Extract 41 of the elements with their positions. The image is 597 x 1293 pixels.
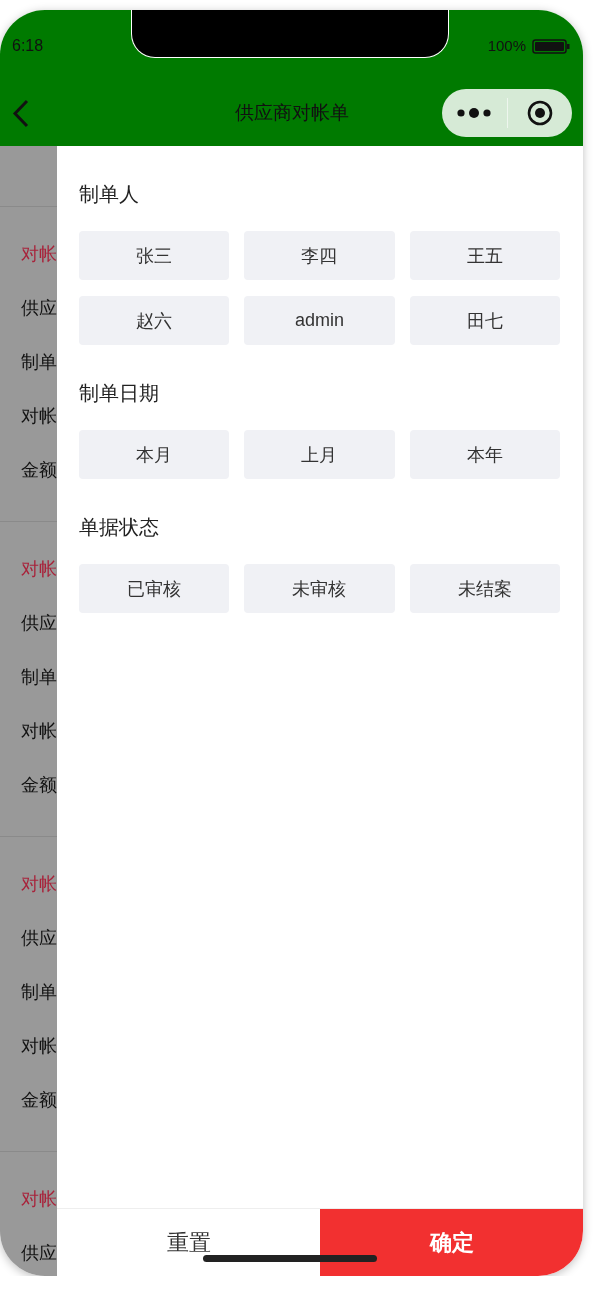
record-title: 对帐 [21,243,57,266]
page-title: 供应商对帐单 [235,101,349,125]
record-field: 供应 [21,296,57,320]
filter-option[interactable]: 本月 [79,430,230,479]
record-field: 供应 [21,926,57,950]
back-icon[interactable] [12,98,29,128]
filter-option[interactable]: 王五 [409,231,560,280]
record-field: 对帐 [21,1034,57,1058]
confirm-button[interactable]: 确定 [320,1209,583,1276]
record-field: 供应 [21,611,57,635]
record-field: 对帐 [21,719,57,743]
close-target-icon[interactable] [526,100,553,126]
record-title: 对帐 [21,873,57,896]
record-field: 制单 [21,980,57,1004]
filter-option[interactable]: 赵六 [79,296,230,345]
record-field: 金额 [21,1088,57,1112]
record-field: 制单 [21,665,57,689]
record-title: 对帐 [21,1188,57,1211]
section-title: 制单日期 [79,381,159,406]
filter-option[interactable]: 田七 [409,296,560,345]
section-title: 单据状态 [79,515,159,540]
record-field: 供应 [21,1241,57,1265]
section-title: 制单人 [79,182,139,207]
battery-icon [532,38,570,54]
filter-option[interactable]: 张三 [79,231,230,280]
filter-option[interactable]: 已审核 [79,564,230,613]
record-field: 对帐 [21,404,57,428]
status-time: 6:18 [12,36,44,56]
filter-option[interactable]: 上月 [244,430,395,479]
more-icon[interactable] [457,107,492,119]
record-field: 金额 [21,458,57,482]
filter-option[interactable]: admin [244,296,395,345]
filter-option[interactable]: 本年 [409,430,560,479]
battery-percent: 100% [487,36,526,56]
record-field: 制单 [21,350,57,374]
record-title: 对帐 [21,558,57,581]
filter-option[interactable]: 未结案 [409,564,560,613]
filter-option[interactable]: 未审核 [244,564,395,613]
record-field: 金额 [21,773,57,797]
filter-option[interactable]: 李四 [244,231,395,280]
capsule-menu[interactable] [442,89,572,137]
